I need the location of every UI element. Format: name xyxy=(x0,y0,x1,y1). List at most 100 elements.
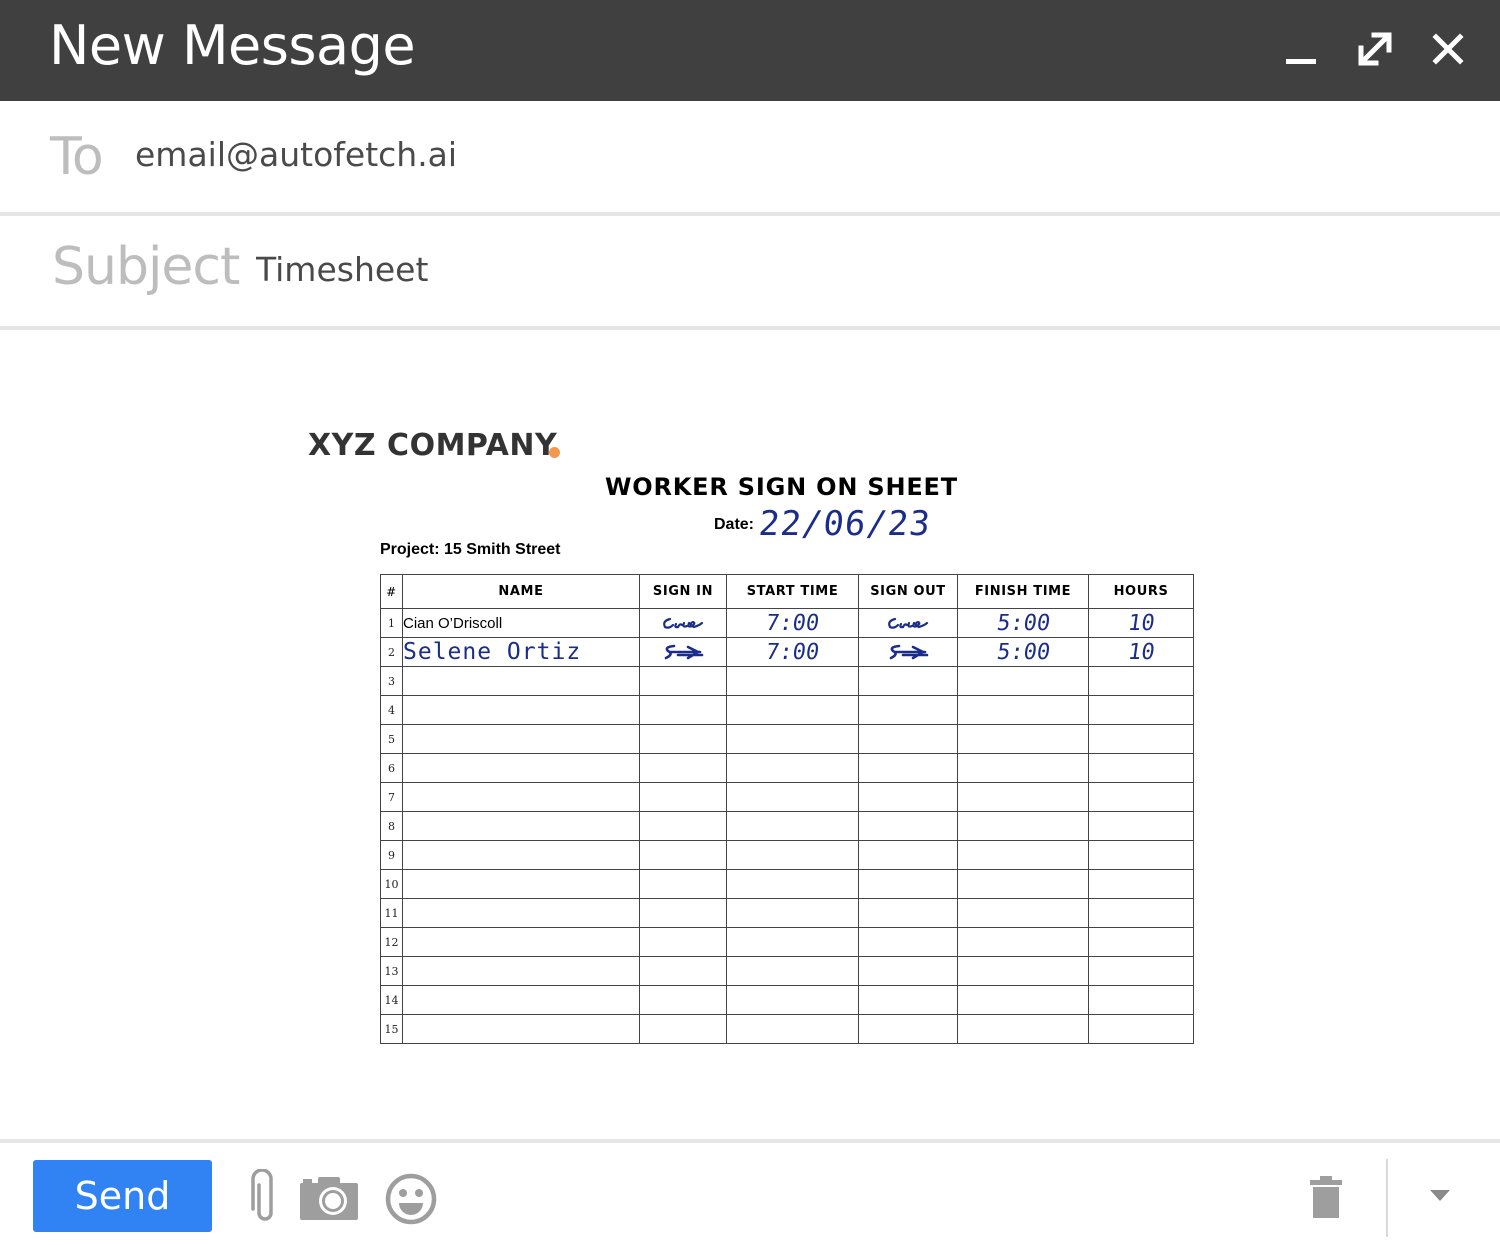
sign-out-cell xyxy=(858,956,958,986)
to-input[interactable] xyxy=(135,131,1135,177)
sign-in-cell xyxy=(639,608,727,638)
more-options-button[interactable] xyxy=(1428,1188,1452,1204)
row-number: 10 xyxy=(380,869,403,899)
table-row: 15 xyxy=(380,1014,1194,1044)
hours: 10 xyxy=(1125,639,1157,665)
table-row: 7 xyxy=(380,782,1194,812)
hours-cell xyxy=(1088,782,1194,812)
start-time-cell xyxy=(726,985,859,1015)
finish-time-cell: 5:00 xyxy=(957,608,1089,638)
company-name: XYZ COMPANY xyxy=(308,428,558,463)
send-button[interactable]: Send xyxy=(33,1160,212,1232)
emoji-button[interactable] xyxy=(384,1172,438,1226)
sign-in-cell xyxy=(639,666,727,696)
table-row: 8 xyxy=(380,811,1194,841)
signature-icon xyxy=(663,617,704,629)
date-label: Date: xyxy=(714,516,755,533)
attach-button[interactable] xyxy=(248,1169,282,1225)
finish-time-cell xyxy=(957,666,1089,696)
minimize-button[interactable] xyxy=(1276,24,1326,74)
worker-name xyxy=(402,666,640,696)
subject-label: Subject xyxy=(52,237,240,297)
column-header: HOURS xyxy=(1088,574,1194,609)
hours-cell xyxy=(1088,927,1194,957)
hours-cell xyxy=(1088,695,1194,725)
row-number: 11 xyxy=(380,898,403,928)
sign-in-cell xyxy=(639,695,727,725)
signature-icon xyxy=(888,617,929,629)
finish-time-cell xyxy=(957,956,1089,986)
worker-name xyxy=(402,782,640,812)
row-number: 13 xyxy=(380,956,403,986)
row-number: 9 xyxy=(380,840,403,870)
finish-time-cell xyxy=(957,724,1089,754)
hours-cell xyxy=(1088,985,1194,1015)
table-header-row: # NAME SIGN IN START TIME SIGN OUT FINIS… xyxy=(380,574,1194,609)
row-number: 5 xyxy=(380,724,403,754)
finish-time-cell xyxy=(957,695,1089,725)
sign-in-cell xyxy=(639,724,727,754)
finish-time-cell xyxy=(957,811,1089,841)
column-header: SIGN OUT xyxy=(858,574,958,609)
table-row: 4 xyxy=(380,695,1194,725)
expand-icon xyxy=(1358,32,1392,66)
table-row: 1 Cian O’Driscoll 7:00 5:00 10 xyxy=(380,608,1194,638)
row-number: 6 xyxy=(380,753,403,783)
project-label: Project: 15 Smith Street xyxy=(380,541,561,558)
table-row: 11 xyxy=(380,898,1194,928)
sign-out-cell xyxy=(858,840,958,870)
insert-photo-button[interactable] xyxy=(300,1175,360,1221)
row-number: 1 xyxy=(380,608,403,638)
finish-time-cell xyxy=(957,840,1089,870)
start-time-cell xyxy=(726,956,859,986)
finish-time-cell xyxy=(957,869,1089,899)
worker-name xyxy=(402,1014,640,1044)
table-row: 13 xyxy=(380,956,1194,986)
worker-name xyxy=(402,811,640,841)
sign-in-cell xyxy=(639,782,727,812)
sign-in-cell xyxy=(639,811,727,841)
finish-time: 5:00 xyxy=(994,639,1052,665)
start-time: 7:00 xyxy=(764,639,821,665)
hours-cell xyxy=(1088,869,1194,899)
sign-out-cell xyxy=(858,666,958,696)
table-row: 5 xyxy=(380,724,1194,754)
timesheet-image: XYZ COMPANY WORKER SIGN ON SHEET Date: 2… xyxy=(300,420,1220,1060)
window-title: New Message xyxy=(49,14,416,77)
toolbar-divider xyxy=(1386,1159,1388,1237)
hours-cell xyxy=(1088,724,1194,754)
finish-time-cell xyxy=(957,898,1089,928)
timesheet-table: # NAME SIGN IN START TIME SIGN OUT FINIS… xyxy=(380,574,1194,1044)
worker-name: Selene Ortiz xyxy=(402,637,640,667)
table-row: 6 xyxy=(380,753,1194,783)
discard-button[interactable] xyxy=(1309,1176,1343,1218)
sheet-title: WORKER SIGN ON SHEET xyxy=(605,473,958,501)
sign-out-cell xyxy=(858,985,958,1015)
hours-cell xyxy=(1088,898,1194,928)
signature-icon xyxy=(664,644,704,660)
row-number: 8 xyxy=(380,811,403,841)
to-row: To xyxy=(0,101,1500,216)
start-time-cell xyxy=(726,927,859,957)
sign-in-cell xyxy=(639,927,727,957)
sign-out-cell xyxy=(858,1014,958,1044)
worker-name xyxy=(402,753,640,783)
hours-cell xyxy=(1088,753,1194,783)
sign-out-cell xyxy=(858,782,958,812)
expand-button[interactable] xyxy=(1350,24,1400,74)
row-number: 4 xyxy=(380,695,403,725)
table-row: 9 xyxy=(380,840,1194,870)
minimize-icon xyxy=(1286,59,1316,64)
row-number: 14 xyxy=(380,985,403,1015)
start-time-cell xyxy=(726,753,859,783)
worker-name xyxy=(402,724,640,754)
close-button[interactable] xyxy=(1423,24,1473,74)
finish-time: 5:00 xyxy=(994,610,1052,636)
hours-cell: 10 xyxy=(1088,637,1194,667)
hours-cell xyxy=(1088,811,1194,841)
subject-row: Subject xyxy=(0,216,1500,330)
worker-name xyxy=(402,869,640,899)
sign-out-cell xyxy=(858,637,958,667)
subject-input[interactable] xyxy=(256,246,1256,292)
table-row: 10 xyxy=(380,869,1194,899)
